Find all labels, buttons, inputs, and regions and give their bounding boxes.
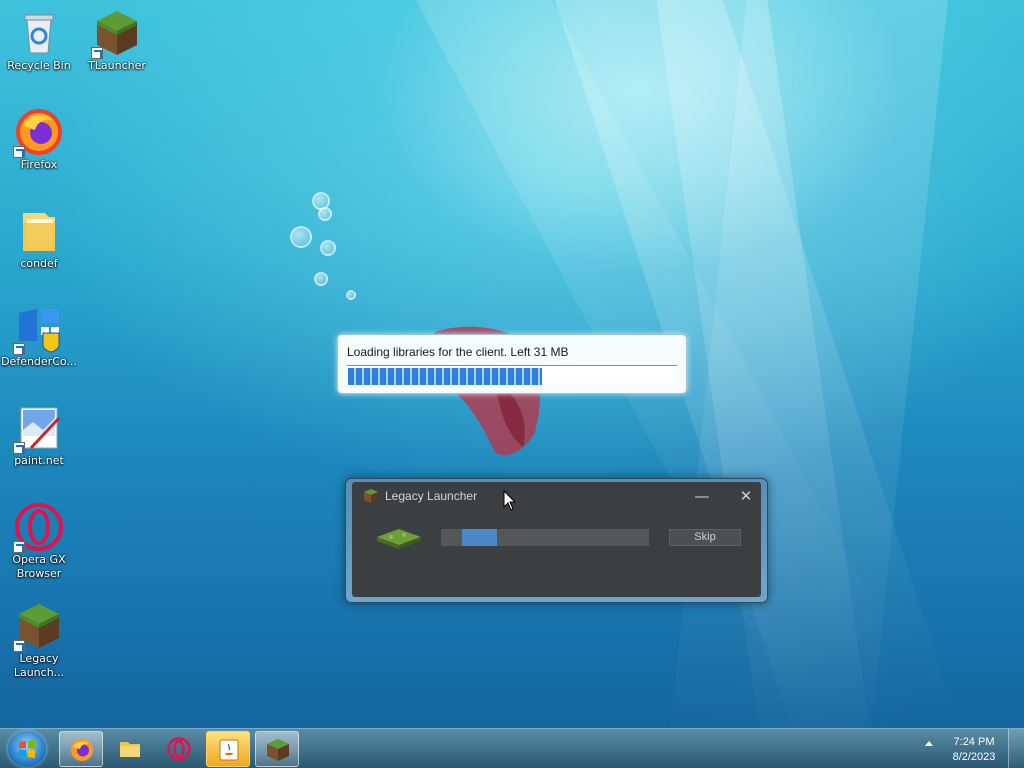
skip-button[interactable]: Skip [669,529,741,546]
desktop-icon-tlauncher[interactable]: TLauncher [79,9,155,73]
taskbar-item-java[interactable] [206,731,250,767]
bubble [290,226,312,248]
shortcut-arrow-icon [13,640,25,652]
launcher-title-bar[interactable]: Legacy Launcher — ✕ [360,482,761,508]
desktop-icon-label: Recycle Bin [7,59,71,72]
bubble [314,272,328,286]
show-hidden-icons-icon[interactable] [925,741,933,746]
grass-block-image [377,529,421,549]
taskbar-item-legacy-launcher[interactable] [255,731,299,767]
taskbar-item-opera-gx[interactable] [157,731,201,767]
taskbar-item-firefox[interactable] [59,731,103,767]
loading-progress-bar [347,365,677,385]
shortcut-arrow-icon [13,343,25,355]
paint-net-icon [13,404,63,454]
shortcut-arrow-icon [13,146,25,158]
desktop-icon-opera-gx[interactable]: Opera GX Browser [1,503,77,581]
desktop-icon-paint-net[interactable]: paint.net [1,404,77,468]
recycle-bin-icon [15,9,63,57]
launcher-title: Legacy Launcher [385,489,478,503]
windows-defender-icon [13,305,63,355]
loading-message: Loading libraries for the client. Left 3… [347,345,569,359]
opera-gx-icon [13,503,63,553]
desktop-icon-legacy-launcher[interactable]: Legacy Launch... [1,602,77,680]
taskbar-item-file-explorer[interactable] [108,731,152,767]
minecraft-grass-block-icon [91,9,141,59]
system-clock[interactable]: 7:24 PM 8/2/2023 [944,735,1004,765]
desktop: Recycle Bin TLauncher Firefox condef Def… [0,0,1024,728]
desktop-icon-firefox[interactable]: Firefox [1,108,77,172]
library-loading-popup: Loading libraries for the client. Left 3… [337,334,687,394]
java-icon [219,739,239,761]
desktop-icon-label: paint.net [14,454,64,467]
minecraft-grass-block-icon [13,602,63,652]
show-desktop-button[interactable] [1008,729,1024,768]
desktop-icon-condef[interactable]: condef [1,207,77,271]
windows-logo-icon [19,740,35,758]
legacy-launcher-window: Legacy Launcher — ✕ Skip [345,478,768,603]
clock-time: 7:24 PM [953,736,995,748]
bubble [346,290,356,300]
firefox-icon [13,108,63,158]
desktop-icon-label: Opera GX Browser [12,553,66,580]
desktop-icon-defenderco[interactable]: DefenderCo... [1,305,77,369]
desktop-icon-label: condef [20,257,58,270]
minecraft-grass-block-icon [267,739,289,761]
desktop-icon-recycle-bin[interactable]: Recycle Bin [1,9,77,73]
taskbar: 7:24 PM 8/2/2023 [0,728,1024,768]
minecraft-grass-block-icon [364,489,378,503]
bubble [318,207,332,221]
desktop-icon-label: Legacy Launch... [13,652,65,679]
shortcut-arrow-icon [91,47,103,59]
loading-progress-fill [348,368,542,385]
shortcut-arrow-icon [13,541,25,553]
launcher-progress-fill [462,529,497,546]
desktop-icon-label: DefenderCo... [1,355,77,368]
firefox-icon [71,739,93,761]
minimize-button[interactable]: — [688,486,716,506]
start-button[interactable] [8,731,46,767]
mouse-cursor-icon [503,490,517,511]
close-button[interactable]: ✕ [732,486,760,506]
shortcut-arrow-icon [13,442,25,454]
clock-date: 8/2/2023 [952,751,996,763]
desktop-icon-label: Firefox [20,158,58,171]
launcher-client-area: Legacy Launcher — ✕ Skip [352,482,761,597]
folder-icon [15,207,63,255]
opera-gx-icon [167,737,191,761]
folder-icon [120,742,140,757]
launcher-progress-bar [441,529,649,546]
desktop-icon-label: TLauncher [88,59,146,72]
bubble [320,240,336,256]
